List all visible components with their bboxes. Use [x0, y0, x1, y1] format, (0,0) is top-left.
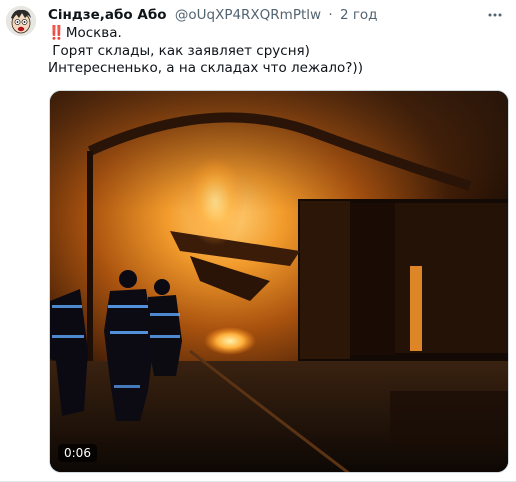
- tweet-text-line-1: ‼️ Москва.: [48, 25, 488, 43]
- author-handle[interactable]: @oUqXP4RXQRmPtlw: [175, 7, 321, 23]
- tweet-text-location: Москва.: [65, 25, 122, 41]
- more-horizontal-icon: [488, 13, 502, 17]
- avatar-image: [6, 6, 36, 36]
- video-duration-badge: 0:06: [58, 444, 97, 462]
- avatar[interactable]: [6, 6, 36, 36]
- tweet-text-line-3: Интересненько, а на складах что лежало?)…: [48, 60, 363, 76]
- tweet-text-line-2: Горят склады, как заявляет срусня): [48, 42, 310, 59]
- author-name[interactable]: Сіндзе,або Або: [48, 7, 167, 23]
- tweet[interactable]: Сіндзе,або Або @oUqXP4RXQRmPtlw · 2 год …: [0, 0, 516, 482]
- more-options-button[interactable]: [484, 4, 506, 26]
- tweet-timestamp[interactable]: 2 год: [340, 7, 378, 23]
- separator-dot: ·: [328, 7, 333, 23]
- tweet-header: Сіндзе,або Або @oUqXP4RXQRmPtlw · 2 год: [48, 5, 486, 25]
- video-player[interactable]: 0:06: [49, 90, 509, 473]
- double-exclamation-icon: ‼️: [48, 25, 65, 41]
- video-thumbnail: [50, 91, 508, 472]
- tweet-text: ‼️ Москва. Горят склады, как заявляет сру…: [48, 25, 488, 78]
